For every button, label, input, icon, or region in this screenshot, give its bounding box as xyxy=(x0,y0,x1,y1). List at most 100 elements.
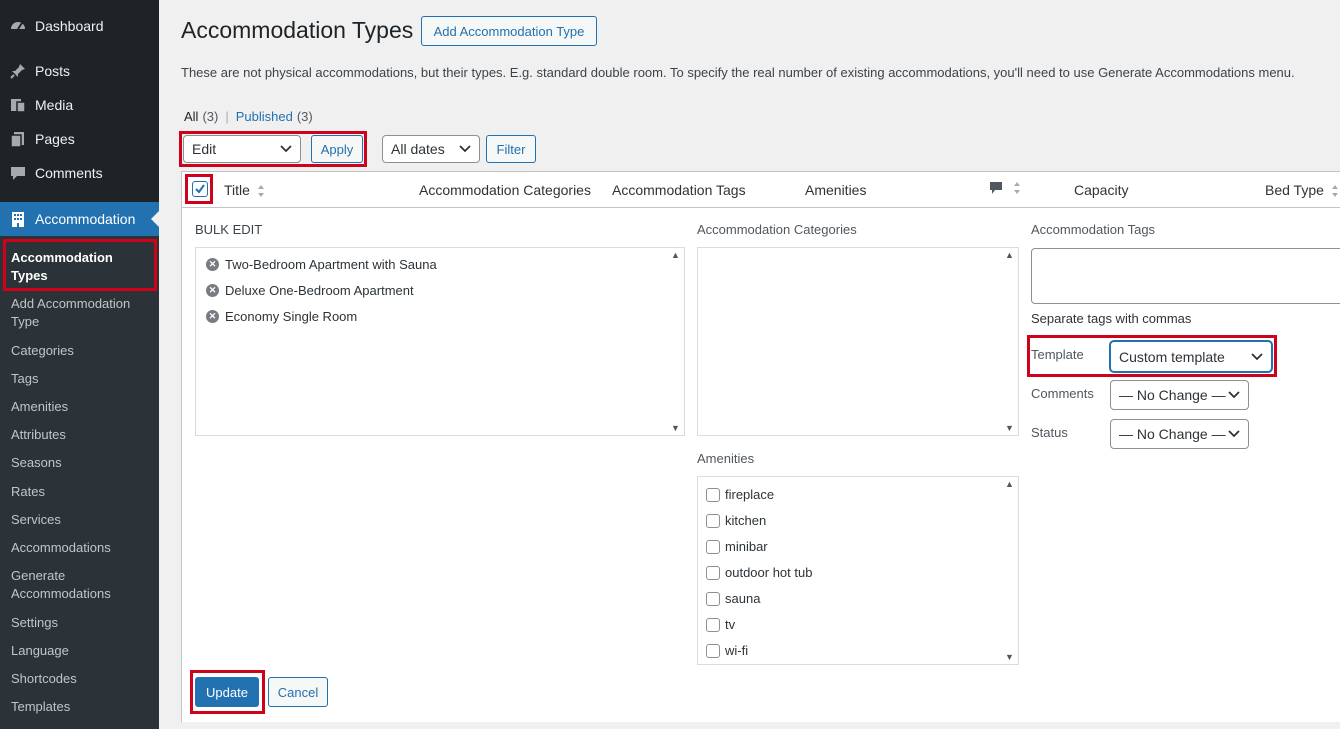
column-capacity: Capacity xyxy=(1074,182,1129,198)
update-button[interactable]: Update xyxy=(195,677,259,707)
list-item[interactable]: kitchen xyxy=(706,513,766,528)
comment-icon xyxy=(990,182,1002,194)
scrollbar[interactable]: ▲ ▼ xyxy=(668,248,684,435)
categories-label: Accommodation Categories xyxy=(697,222,857,237)
remove-icon[interactable]: ✕ xyxy=(206,310,219,323)
scrollbar[interactable]: ▲ ▼ xyxy=(1002,477,1018,664)
amenity-checkbox[interactable] xyxy=(706,591,720,606)
status-value: — No Change — xyxy=(1119,426,1226,442)
amenity-checkbox[interactable] xyxy=(706,565,720,580)
list-item[interactable]: tv xyxy=(706,617,735,632)
amenity-label: outdoor hot tub xyxy=(725,565,813,580)
scroll-down-icon: ▼ xyxy=(671,423,680,433)
filter-all-link[interactable]: All xyxy=(184,109,198,124)
bulk-action-select[interactable]: Edit xyxy=(183,135,301,163)
submenu-rates[interactable]: Rates xyxy=(11,483,151,501)
menu-media[interactable]: Media xyxy=(0,88,159,122)
chevron-down-icon xyxy=(1251,352,1263,360)
template-label: Template xyxy=(1031,347,1084,362)
submenu-generate-accommodations[interactable]: Generate Accommodations xyxy=(11,567,151,603)
amenity-label: wi-fi xyxy=(725,643,749,658)
filter-all-count: (3) xyxy=(202,109,219,124)
tags-hint: Separate tags with commas xyxy=(1031,311,1192,326)
sort-icon xyxy=(1331,185,1338,198)
filter-published-link[interactable]: Published xyxy=(236,109,293,124)
submenu-tags[interactable]: Tags xyxy=(11,370,151,388)
bulk-title: Economy Single Room xyxy=(225,309,358,324)
table-header xyxy=(181,171,1340,208)
categories-checklist[interactable]: ▲ ▼ xyxy=(697,247,1019,436)
sort-icon xyxy=(257,185,264,198)
submenu-accommodations[interactable]: Accommodations xyxy=(11,539,151,557)
amenity-checkbox[interactable] xyxy=(706,617,720,632)
list-item[interactable]: fireplace xyxy=(706,487,774,502)
admin-sidebar: Dashboard Posts Media Pages Comments Acc… xyxy=(0,0,159,729)
menu-comments[interactable]: Comments xyxy=(0,156,159,190)
status-select[interactable]: — No Change — xyxy=(1110,419,1249,449)
column-comments[interactable] xyxy=(989,181,1021,198)
list-item[interactable]: wi-fi xyxy=(706,643,748,658)
list-item[interactable]: sauna xyxy=(706,591,760,606)
amenity-checkbox[interactable] xyxy=(706,513,720,528)
submenu-language[interactable]: Language xyxy=(11,642,151,660)
dashboard-icon xyxy=(0,17,35,35)
status-filter-links: All (3) | Published (3) xyxy=(184,109,313,124)
column-categories: Accommodation Categories xyxy=(419,182,591,198)
pages-icon xyxy=(0,130,35,148)
template-select[interactable]: Custom template xyxy=(1110,341,1272,372)
column-amenities: Amenities xyxy=(805,182,867,198)
remove-icon[interactable]: ✕ xyxy=(206,284,219,297)
submenu-settings[interactable]: Settings xyxy=(11,614,151,632)
menu-accommodation[interactable]: Accommodation xyxy=(0,202,159,236)
comments-label: Comments xyxy=(1031,386,1094,401)
media-icon xyxy=(0,96,35,114)
chevron-down-icon xyxy=(1228,430,1240,438)
menu-accommodation-label: Accommodation xyxy=(35,211,136,227)
filter-separator: | xyxy=(225,109,229,124)
menu-posts[interactable]: Posts xyxy=(0,54,159,88)
amenity-checkbox[interactable] xyxy=(706,539,720,554)
menu-posts-label: Posts xyxy=(35,63,71,79)
submenu-attributes[interactable]: Attributes xyxy=(11,426,151,444)
apply-button[interactable]: Apply xyxy=(311,135,363,163)
date-filter-value: All dates xyxy=(391,141,445,157)
column-title[interactable]: Title xyxy=(224,182,265,198)
scroll-up-icon: ▲ xyxy=(1005,250,1014,260)
comments-select[interactable]: — No Change — xyxy=(1110,380,1249,410)
amenity-label: sauna xyxy=(725,591,761,606)
date-filter-select[interactable]: All dates xyxy=(382,135,480,163)
amenities-checklist: fireplace kitchen minibar outdoor hot tu… xyxy=(697,476,1019,665)
remove-icon[interactable]: ✕ xyxy=(206,258,219,271)
cancel-button[interactable]: Cancel xyxy=(268,677,328,707)
list-item[interactable]: outdoor hot tub xyxy=(706,565,812,580)
amenity-checkbox[interactable] xyxy=(706,487,720,502)
submenu-seasons[interactable]: Seasons xyxy=(11,454,151,472)
building-icon xyxy=(0,210,35,228)
scrollbar[interactable]: ▲ ▼ xyxy=(1002,248,1018,435)
filter-button[interactable]: Filter xyxy=(486,135,536,163)
submenu-accommodation-types[interactable]: Accommodation Types xyxy=(11,249,151,285)
add-accommodation-type-button[interactable]: Add Accommodation Type xyxy=(421,16,597,46)
chevron-down-icon xyxy=(280,145,292,153)
column-bed-type[interactable]: Bed Type xyxy=(1265,182,1339,198)
scroll-up-icon: ▲ xyxy=(671,250,680,260)
submenu-services[interactable]: Services xyxy=(11,511,151,529)
amenity-label: minibar xyxy=(725,539,768,554)
submenu-templates[interactable]: Templates xyxy=(11,698,151,716)
page-description: These are not physical accommodations, b… xyxy=(181,65,1295,80)
chevron-down-icon xyxy=(1228,391,1240,399)
tags-textarea[interactable] xyxy=(1031,248,1340,304)
comments-value: — No Change — xyxy=(1119,387,1226,403)
submenu-shortcodes[interactable]: Shortcodes xyxy=(11,670,151,688)
list-item: ✕ Deluxe One-Bedroom Apartment xyxy=(206,283,414,298)
select-all-checkbox[interactable] xyxy=(192,181,208,197)
submenu-amenities[interactable]: Amenities xyxy=(11,398,151,416)
list-item[interactable]: minibar xyxy=(706,539,768,554)
menu-dashboard[interactable]: Dashboard xyxy=(0,9,159,43)
submenu-add-accommodation-type[interactable]: Add Accommodation Type xyxy=(11,295,151,331)
menu-comments-label: Comments xyxy=(35,165,103,181)
pin-icon xyxy=(0,62,35,80)
amenity-checkbox[interactable] xyxy=(706,643,720,658)
submenu-categories[interactable]: Categories xyxy=(11,342,151,360)
menu-pages[interactable]: Pages xyxy=(0,122,159,156)
